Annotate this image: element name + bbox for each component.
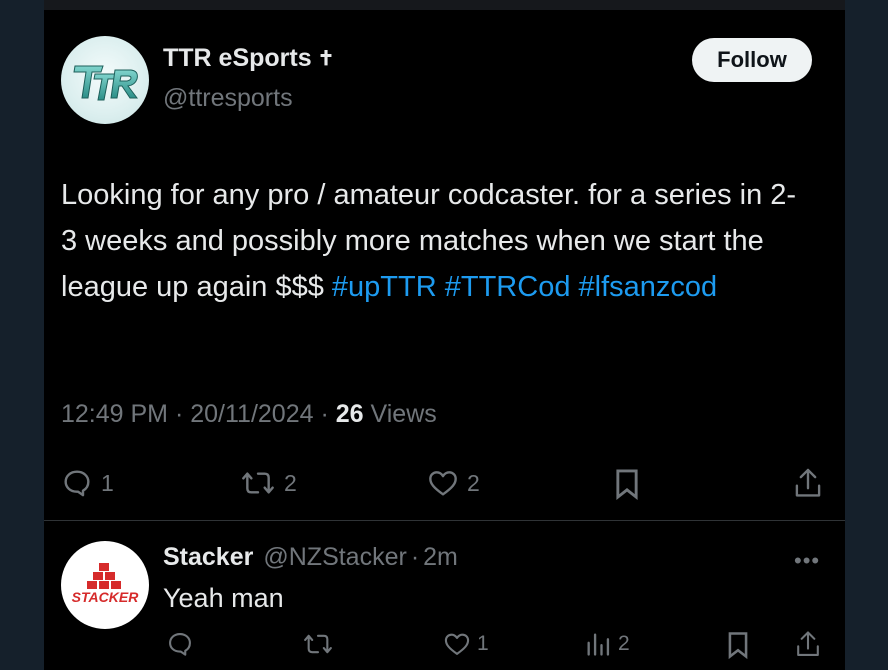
tweet-time[interactable]: 12:49 PM bbox=[61, 400, 168, 428]
reply-views-action[interactable]: 2 bbox=[584, 630, 630, 658]
reply-reply-action[interactable] bbox=[166, 630, 194, 658]
author-avatar[interactable] bbox=[61, 36, 149, 124]
timeline-frame: TTR eSports ✝ @ttresports Follow Looking… bbox=[44, 0, 845, 670]
repost-count: 2 bbox=[284, 469, 297, 496]
tweet-meta: 12:49 PM · 20/11/2024 · 26 Views bbox=[61, 400, 437, 429]
like-action[interactable]: 2 bbox=[427, 467, 480, 499]
reply-author-handle[interactable]: @NZStacker bbox=[263, 543, 406, 572]
reply-time[interactable]: 2m bbox=[423, 543, 458, 572]
views-count: 26 bbox=[335, 400, 364, 428]
heart-icon bbox=[429, 471, 457, 496]
ttr-logo-icon bbox=[73, 65, 138, 101]
hashtag-lfsanzcod[interactable]: #lfsanzcod bbox=[579, 271, 718, 303]
hashtag-upttr[interactable]: #upTTR bbox=[332, 271, 437, 303]
reply-action[interactable]: 1 bbox=[61, 467, 114, 499]
reply-text: Yeah man bbox=[163, 583, 284, 613]
repost-icon bbox=[242, 472, 274, 494]
meta-separator: · bbox=[320, 400, 329, 428]
reply-avatar[interactable]: STACKER bbox=[61, 541, 149, 629]
repost-action[interactable]: 2 bbox=[240, 467, 297, 499]
cross-icon: ✝ bbox=[317, 48, 335, 70]
divider bbox=[44, 520, 845, 521]
share-icon bbox=[795, 468, 821, 497]
stacker-logo-icon: STACKER bbox=[72, 563, 140, 605]
share-action[interactable] bbox=[792, 466, 824, 500]
reply-icon bbox=[64, 470, 90, 497]
reply-author-name[interactable]: Stacker bbox=[163, 543, 253, 572]
reply-handle-time: @NZStacker · 2m bbox=[263, 543, 458, 572]
bookmark-icon bbox=[616, 469, 638, 501]
reply-separator: · bbox=[410, 543, 420, 571]
like-count: 2 bbox=[467, 469, 480, 496]
tweet-text: Looking for any pro / amateur codcaster.… bbox=[61, 172, 801, 310]
repost-icon bbox=[304, 634, 332, 654]
reply-like-count: 1 bbox=[477, 632, 489, 655]
author-name[interactable]: TTR eSports ✝ bbox=[163, 44, 334, 73]
reply-share-action[interactable] bbox=[794, 629, 822, 659]
tweet-date[interactable]: 20/11/2024 bbox=[190, 400, 313, 428]
bookmark-icon bbox=[728, 632, 748, 660]
top-bar bbox=[44, 0, 845, 10]
share-icon bbox=[797, 631, 819, 656]
reply-count: 1 bbox=[101, 469, 114, 496]
hashtag-ttrcod[interactable]: #TTRCod bbox=[445, 271, 571, 303]
reply-repost-action[interactable] bbox=[302, 630, 334, 658]
stacker-logo-text: STACKER bbox=[72, 589, 140, 605]
meta-separator: · bbox=[174, 400, 184, 428]
author-name-text: TTR eSports bbox=[163, 44, 312, 72]
reply-views-count: 2 bbox=[618, 632, 630, 655]
heart-icon bbox=[444, 633, 470, 655]
follow-button[interactable]: Follow bbox=[692, 38, 812, 82]
author-handle[interactable]: @ttresports bbox=[163, 84, 293, 113]
reply-bookmark-action[interactable] bbox=[724, 630, 752, 660]
reply-icon bbox=[169, 633, 191, 656]
views-label: Views bbox=[370, 400, 437, 428]
bookmark-action[interactable] bbox=[611, 467, 643, 501]
reply-like-action[interactable]: 1 bbox=[443, 630, 489, 658]
analytics-icon bbox=[587, 633, 610, 656]
reply-header: Stacker @NZStacker · 2m bbox=[163, 543, 458, 572]
more-options-icon[interactable]: ••• bbox=[794, 548, 820, 574]
